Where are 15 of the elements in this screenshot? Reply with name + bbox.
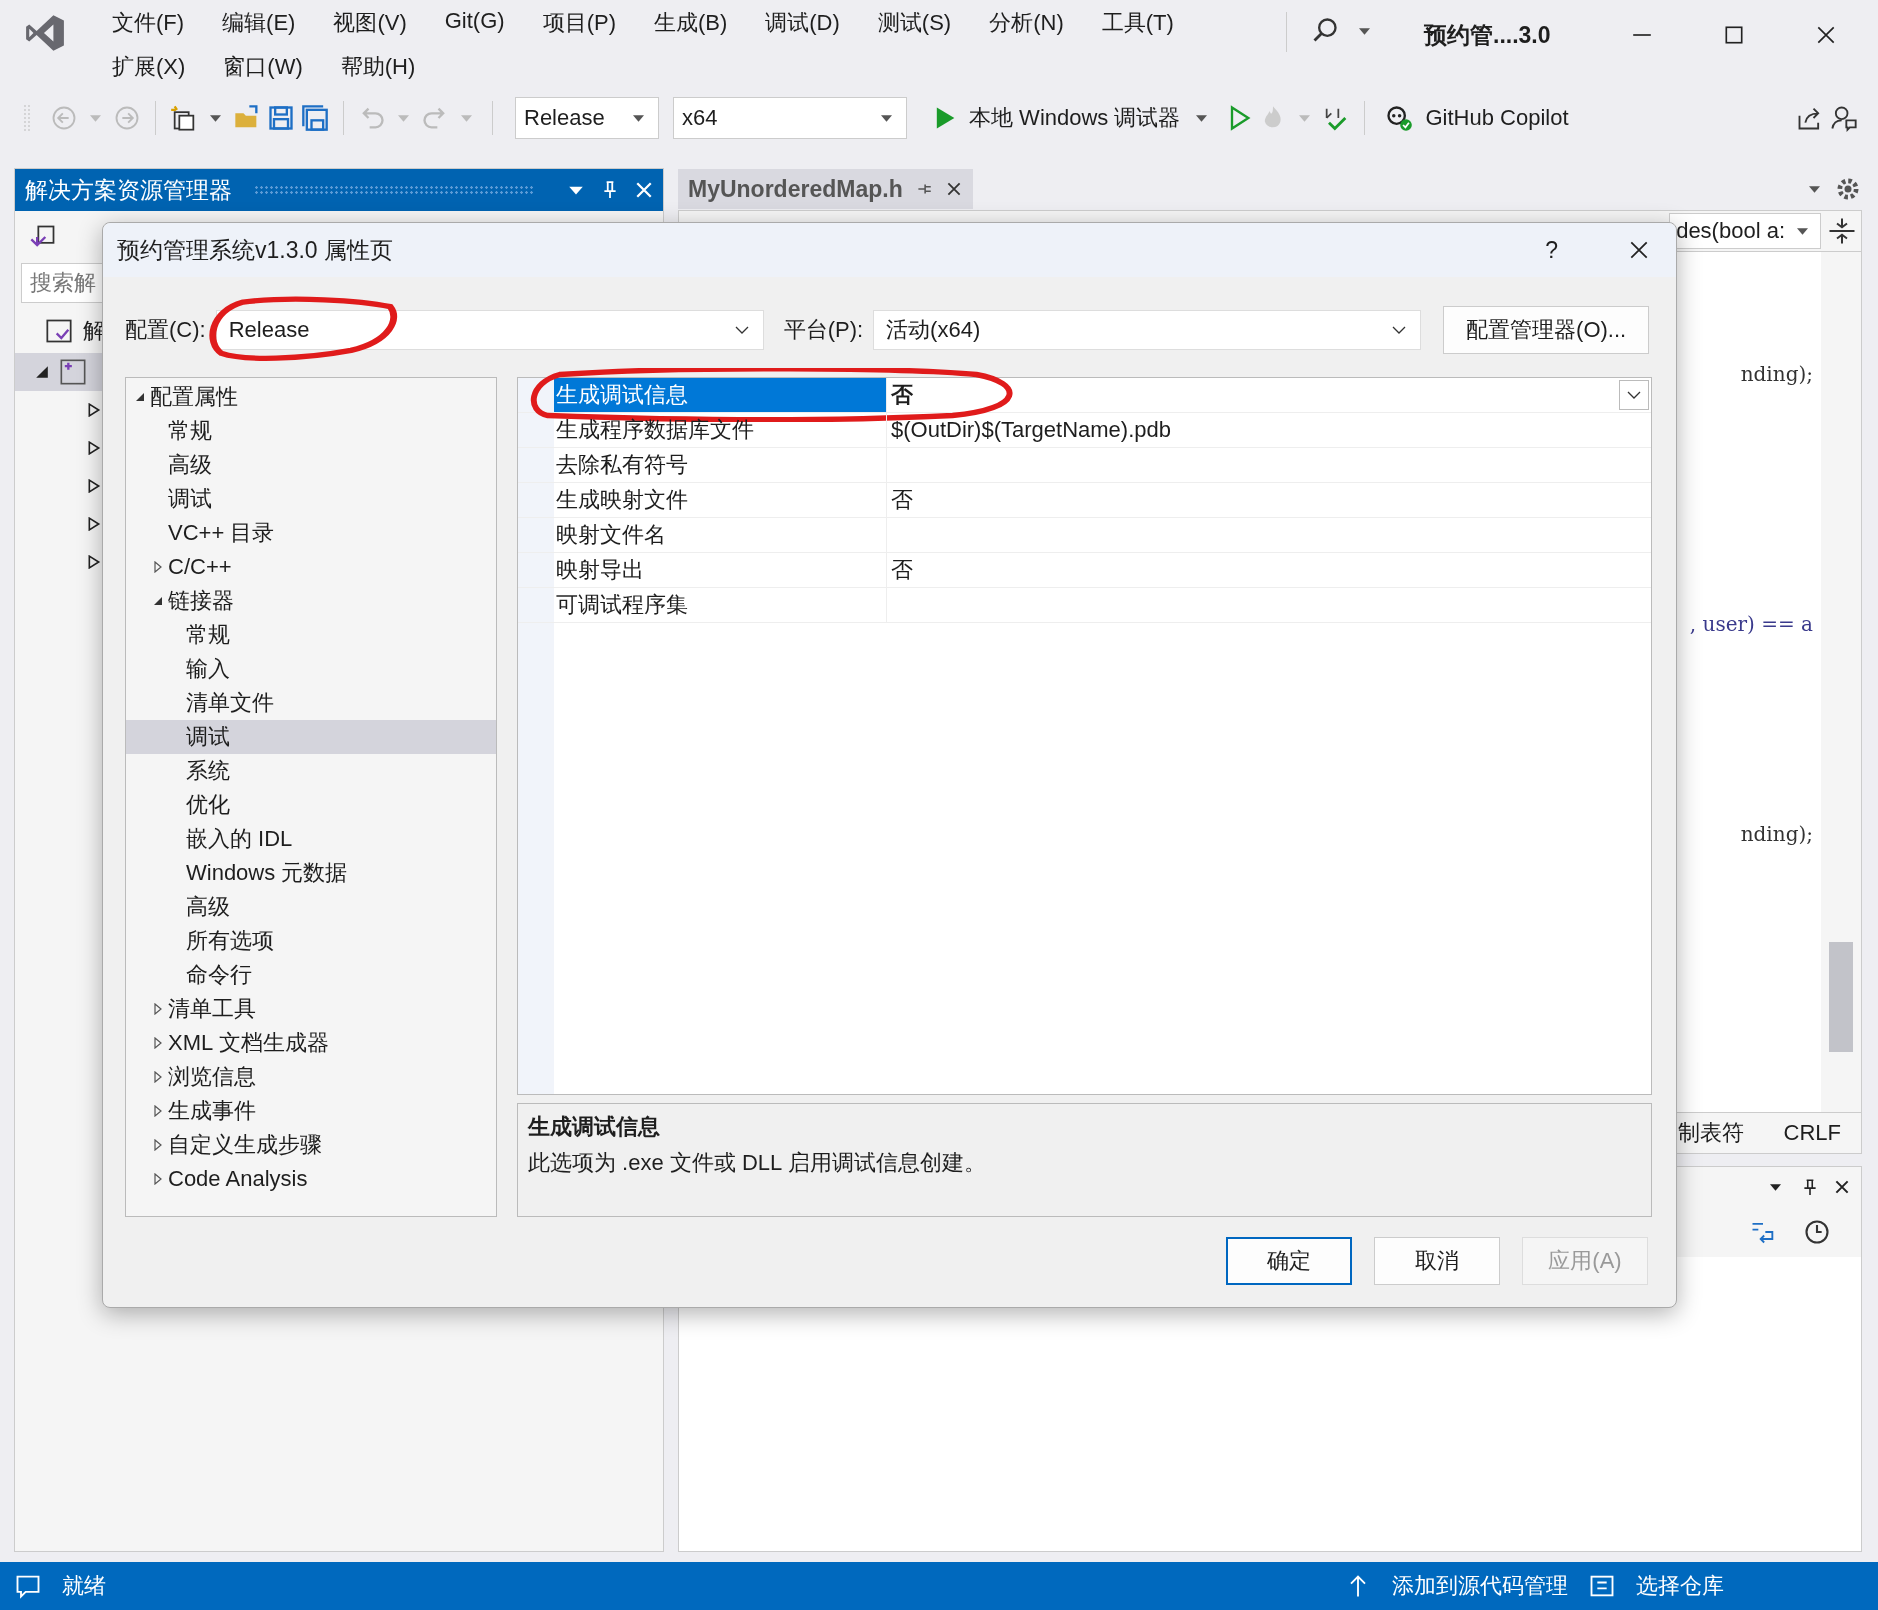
description-title: 生成调试信息: [528, 1113, 661, 1141]
property-value: 否: [891, 381, 913, 409]
code-line: , user) == a: [1689, 612, 1813, 638]
field-label: 平台(P):: [783, 316, 864, 344]
panel-title: 解决方案资源管理器: [25, 175, 232, 205]
status-text: 就绪: [62, 1572, 106, 1600]
property-value: 否: [891, 486, 913, 514]
description-text: 此选项为 .exe 文件或 DLL 启用调试信息创建。: [528, 1149, 987, 1177]
property-value: $(OutDir)$(TargetName).pdb: [891, 417, 1171, 443]
code-line: nding);: [1740, 822, 1813, 848]
field-label: 配置(C):: [125, 316, 206, 344]
window-title: 预约管....3.0: [1424, 21, 1551, 50]
dialog-title: 预约管理系统v1.3.0 属性页: [117, 235, 394, 265]
code-line: nding);: [1740, 362, 1813, 388]
property-value: 否: [891, 556, 913, 584]
